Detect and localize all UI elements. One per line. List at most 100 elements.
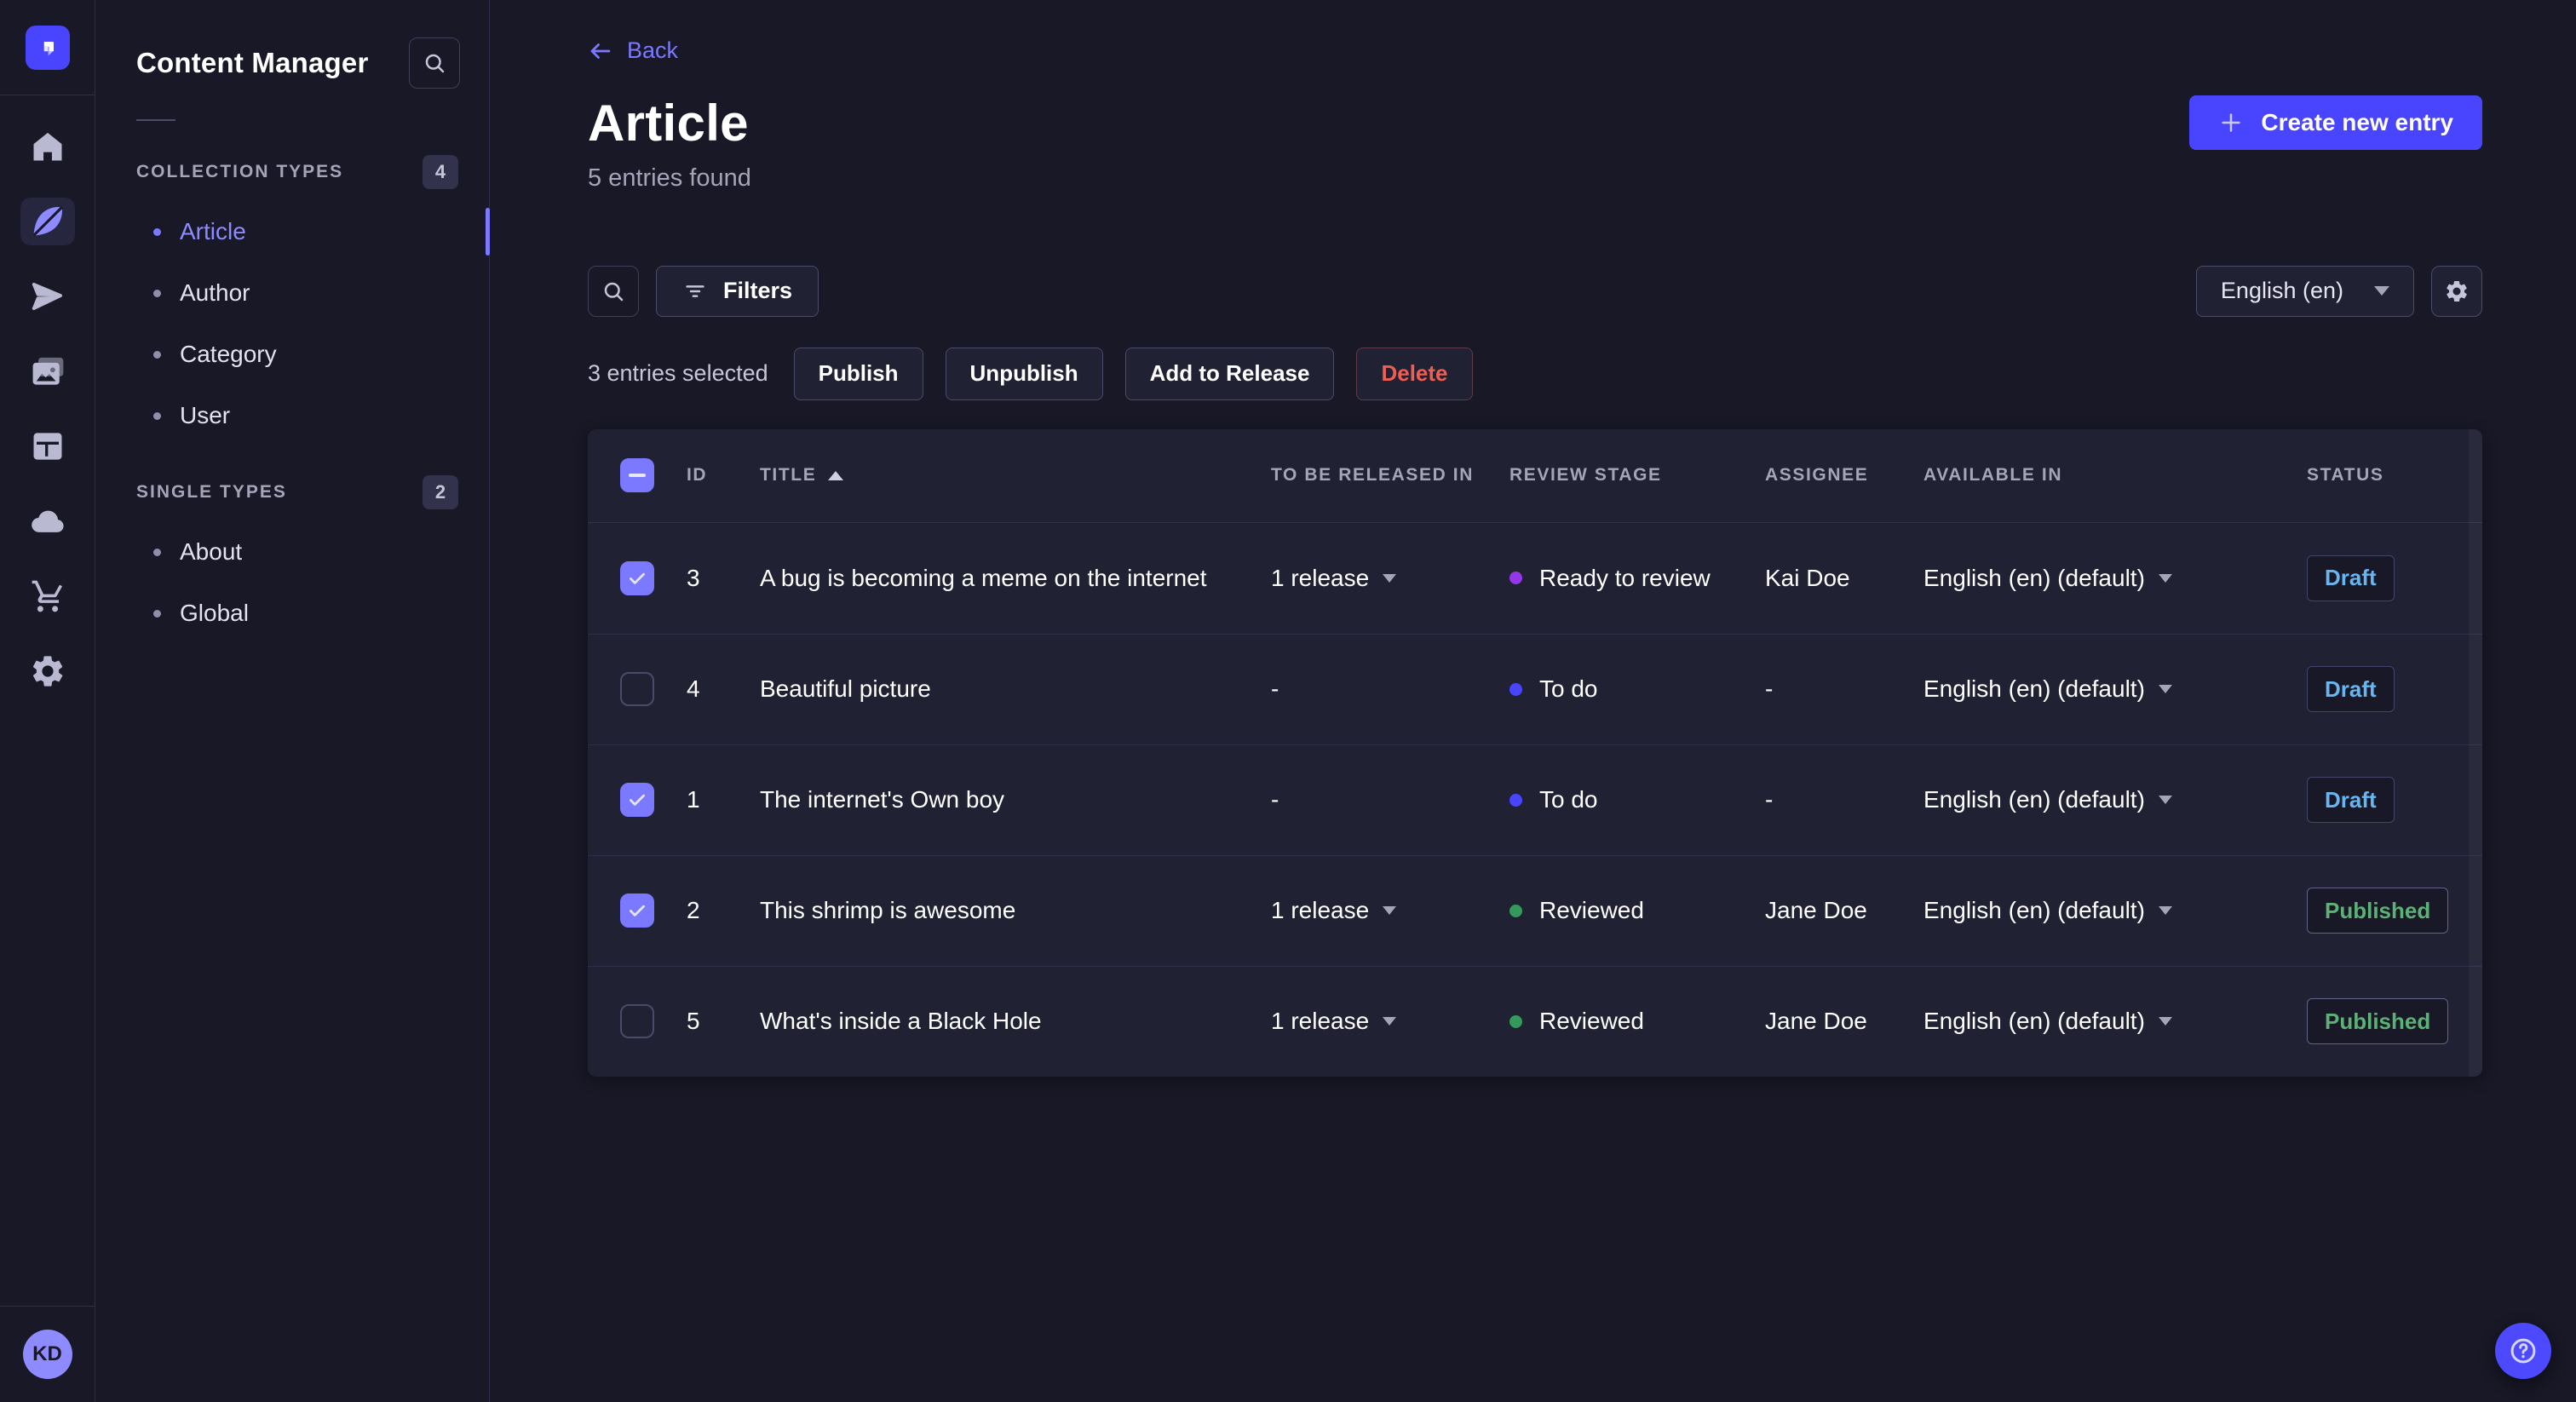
cell-release[interactable]: -	[1271, 675, 1509, 703]
page-title: Article	[588, 94, 749, 152]
locale-caret	[2158, 685, 2172, 693]
cell-release[interactable]: -	[1271, 786, 1509, 813]
arrow-left-icon	[590, 43, 611, 59]
column-header-assignee[interactable]: Assignee	[1765, 465, 1923, 486]
main-nav-rail: KD	[0, 0, 95, 1402]
cell-status: Published	[2307, 998, 2450, 1044]
locale-caret	[2158, 1017, 2172, 1026]
locale-caret	[2158, 796, 2172, 804]
cell-available-in[interactable]: English (en) (default)	[1923, 786, 2307, 813]
table-row[interactable]: 2 This shrimp is awesome 1 release Revie…	[588, 854, 2482, 966]
workspace-logo[interactable]	[0, 0, 95, 95]
cell-id: 2	[687, 897, 700, 923]
content-type-builder-icon[interactable]	[20, 422, 75, 470]
releases-send-icon[interactable]	[20, 273, 75, 320]
column-header-available-in[interactable]: Available in	[1923, 465, 2307, 486]
cell-available-in[interactable]: English (en) (default)	[1923, 1008, 2307, 1035]
content-manager-subnav: Content Manager Collection Types 4 Artic…	[95, 0, 490, 1402]
bullet-icon	[153, 350, 161, 359]
plus-icon	[2222, 113, 2240, 132]
sidebar-item-label: Article	[180, 218, 246, 244]
marketplace-cart-icon[interactable]	[20, 572, 75, 620]
back-link[interactable]: Back	[588, 37, 678, 64]
cell-available-in[interactable]: English (en) (default)	[1923, 897, 2307, 924]
row-checkbox[interactable]	[620, 672, 654, 706]
media-library-icon[interactable]	[20, 348, 75, 395]
locale-select[interactable]: English (en)	[2195, 265, 2414, 317]
single-types-count: 2	[423, 475, 458, 509]
sidebar-item-global[interactable]: Global	[95, 583, 489, 644]
create-new-entry-button[interactable]: Create new entry	[2189, 95, 2482, 150]
check-icon	[630, 794, 645, 806]
cell-assignee: Kai Doe	[1765, 564, 1850, 591]
cell-release[interactable]: 1 release	[1271, 1008, 1509, 1035]
sidebar-item-label: Category	[180, 341, 277, 367]
user-section: KD	[0, 1306, 95, 1402]
row-checkbox[interactable]	[620, 893, 654, 928]
sidebar-item-user[interactable]: User	[95, 385, 489, 446]
gear-icon	[2447, 280, 2467, 302]
cell-available-in[interactable]: English (en) (default)	[1923, 675, 2307, 703]
status-badge: Draft	[2307, 777, 2395, 823]
check-icon	[630, 572, 645, 584]
row-checkbox[interactable]	[620, 783, 654, 817]
sidebar-item-article[interactable]: Article	[95, 201, 490, 262]
column-header-review-stage[interactable]: Review stage	[1509, 465, 1765, 486]
filters-button[interactable]: Filters	[656, 265, 819, 317]
single-types-label: Single Types	[136, 482, 287, 502]
select-all-checkbox[interactable]	[620, 458, 654, 492]
cell-id: 3	[687, 564, 700, 591]
locale-value: English (en)	[2220, 278, 2343, 303]
cell-assignee: -	[1765, 675, 1774, 702]
table-row[interactable]: 4 Beautiful picture - To do - English (e…	[588, 633, 2482, 744]
column-header-id[interactable]: ID	[687, 465, 760, 486]
settings-gear-icon[interactable]	[20, 647, 75, 695]
search-button[interactable]	[588, 265, 639, 317]
cell-release[interactable]: 1 release	[1271, 565, 1509, 592]
cell-review-stage: Reviewed	[1509, 897, 1765, 924]
table-row[interactable]: 1 The internet's Own boy - To do - Engli…	[588, 744, 2482, 855]
cell-status: Draft	[2307, 554, 2450, 601]
avatar-initials: KD	[32, 1342, 62, 1365]
question-mark-icon	[2510, 1338, 2536, 1364]
cell-available-in[interactable]: English (en) (default)	[1923, 565, 2307, 592]
table-row[interactable]: 3 A bug is becoming a meme on the intern…	[588, 523, 2482, 634]
help-button[interactable]	[2495, 1323, 2551, 1379]
locale-caret	[2158, 906, 2172, 915]
search-icon	[425, 54, 445, 73]
cell-review-stage: To do	[1509, 675, 1765, 703]
row-checkbox[interactable]	[620, 1004, 654, 1038]
table-row[interactable]: 5 What's inside a Black Hole 1 release R…	[588, 965, 2482, 1077]
release-caret	[1383, 906, 1397, 915]
view-settings-button[interactable]	[2431, 265, 2482, 317]
publish-button[interactable]: Publish	[793, 347, 923, 400]
delete-button[interactable]: Delete	[1356, 347, 1473, 400]
sidebar-item-author[interactable]: Author	[95, 262, 489, 324]
column-header-status[interactable]: Status	[2307, 465, 2450, 486]
bullet-icon	[153, 227, 161, 236]
subnav-search-button[interactable]	[409, 37, 460, 89]
content-manager-feather-icon[interactable]	[20, 198, 75, 245]
column-header-to-be-released-in[interactable]: To be released in	[1271, 465, 1509, 486]
entries-table: ID Title To be released in Review stage …	[588, 428, 2482, 1077]
entries-count: 5 entries found	[588, 164, 751, 192]
filters-label: Filters	[723, 278, 793, 303]
back-label: Back	[627, 37, 679, 63]
home-icon[interactable]	[20, 123, 75, 170]
stage-dot	[1509, 572, 1522, 584]
cell-release[interactable]: 1 release	[1271, 897, 1509, 924]
sidebar-item-about[interactable]: About	[95, 521, 489, 583]
deploy-cloud-icon[interactable]	[20, 497, 75, 545]
row-checkbox[interactable]	[620, 560, 654, 595]
sidebar-item-label: About	[180, 538, 243, 565]
sidebar-item-category[interactable]: Category	[95, 324, 489, 385]
cell-assignee: Jane Doe	[1765, 897, 1867, 923]
release-caret	[1383, 1017, 1397, 1026]
unpublish-button[interactable]: Unpublish	[945, 347, 1103, 400]
status-badge: Published	[2307, 998, 2449, 1044]
column-header-title[interactable]: Title	[760, 465, 1271, 486]
user-avatar[interactable]: KD	[22, 1330, 72, 1379]
cell-status: Draft	[2307, 777, 2450, 823]
add-to-release-button[interactable]: Add to Release	[1124, 347, 1335, 400]
bullet-icon	[153, 411, 161, 420]
